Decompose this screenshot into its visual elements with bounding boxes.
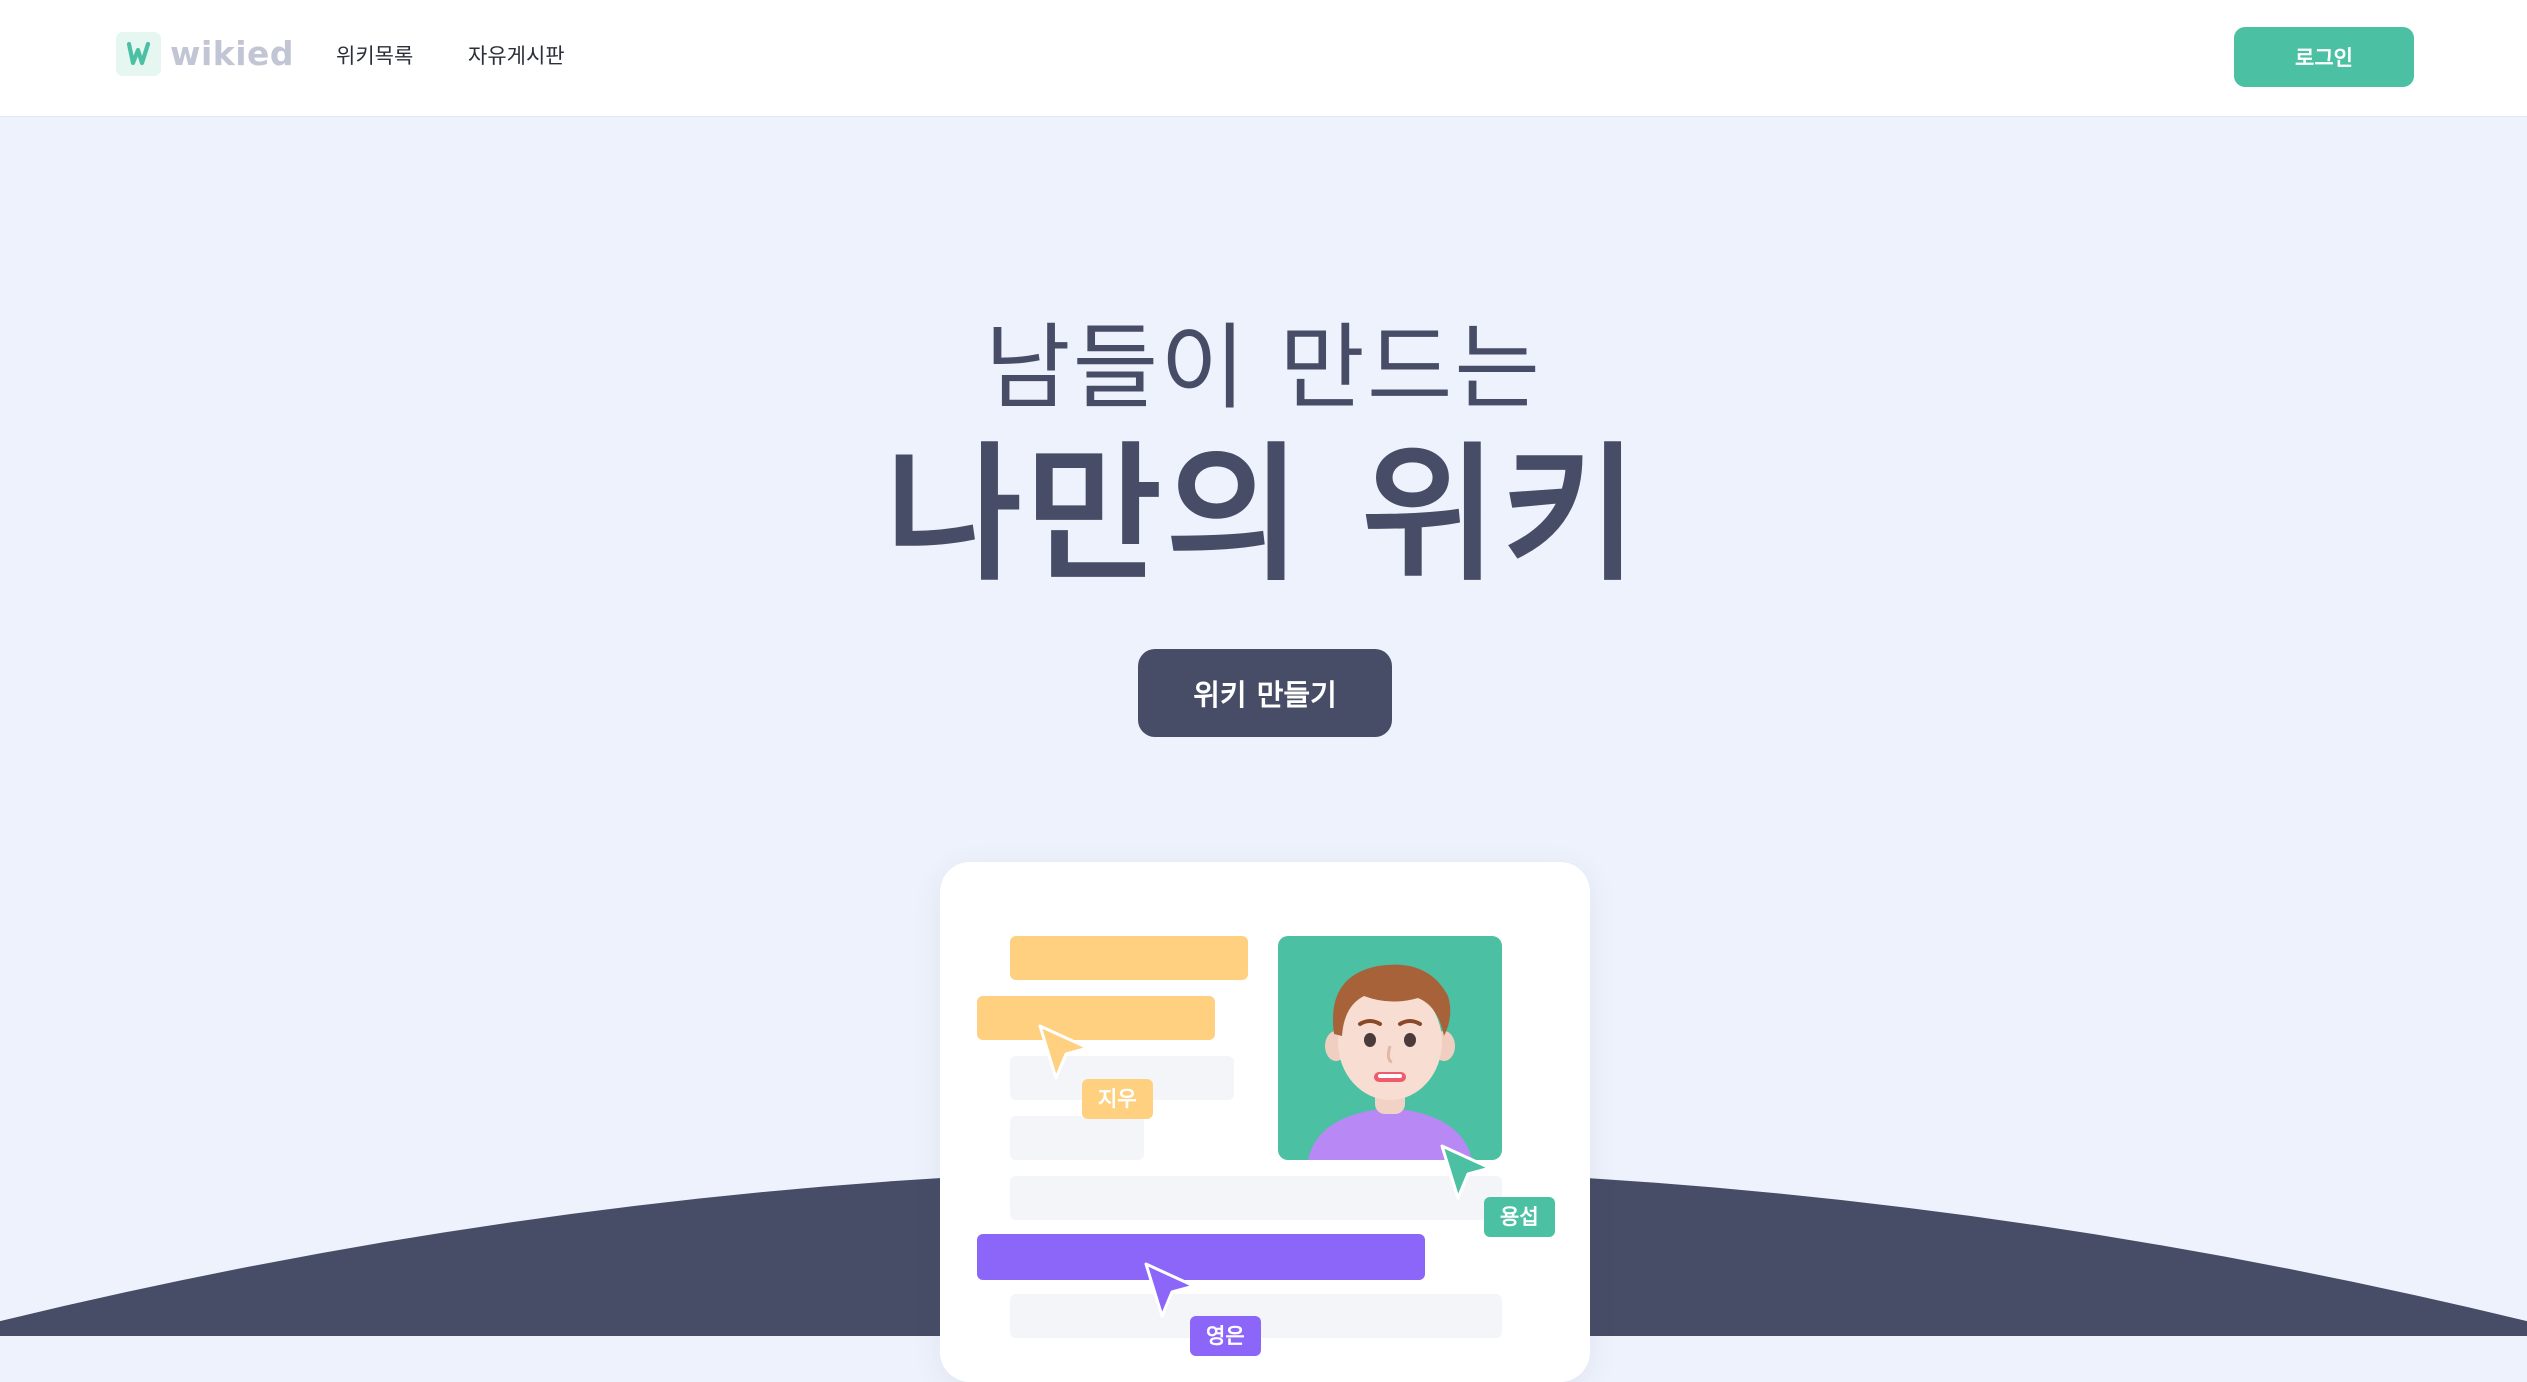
site-header: wikied 위키목록 자유게시판 로그인 [0, 0, 2527, 116]
purple-bar [977, 1234, 1425, 1280]
tag-green: 용섭 [1484, 1197, 1555, 1237]
create-wiki-button[interactable]: 위키 만들기 [1138, 649, 1392, 737]
gray-bar [1010, 1116, 1144, 1160]
purple-cursor-icon [1144, 1262, 1196, 1318]
logo-wordmark[interactable]: wikied [170, 32, 294, 76]
yellow-cursor-icon [1038, 1024, 1090, 1080]
avatar [1278, 936, 1502, 1160]
yellow-bar [977, 996, 1215, 1040]
person-avatar-icon [1308, 964, 1472, 1160]
gray-bar [1010, 1176, 1502, 1220]
yellow-bar [1010, 936, 1248, 980]
tag-yellow: 지우 [1082, 1079, 1153, 1119]
nav-free-board[interactable]: 자유게시판 [468, 40, 565, 72]
green-cursor-icon [1440, 1144, 1492, 1200]
hero-subtitle: 남들이 만드는 [985, 314, 1542, 422]
logo-icon[interactable] [116, 32, 161, 76]
tag-purple: 영은 [1190, 1316, 1261, 1356]
hero-title: 나만의 위키 [885, 429, 1642, 601]
login-button[interactable]: 로그인 [2234, 27, 2414, 87]
nav-wiki-list[interactable]: 위키목록 [336, 40, 413, 72]
